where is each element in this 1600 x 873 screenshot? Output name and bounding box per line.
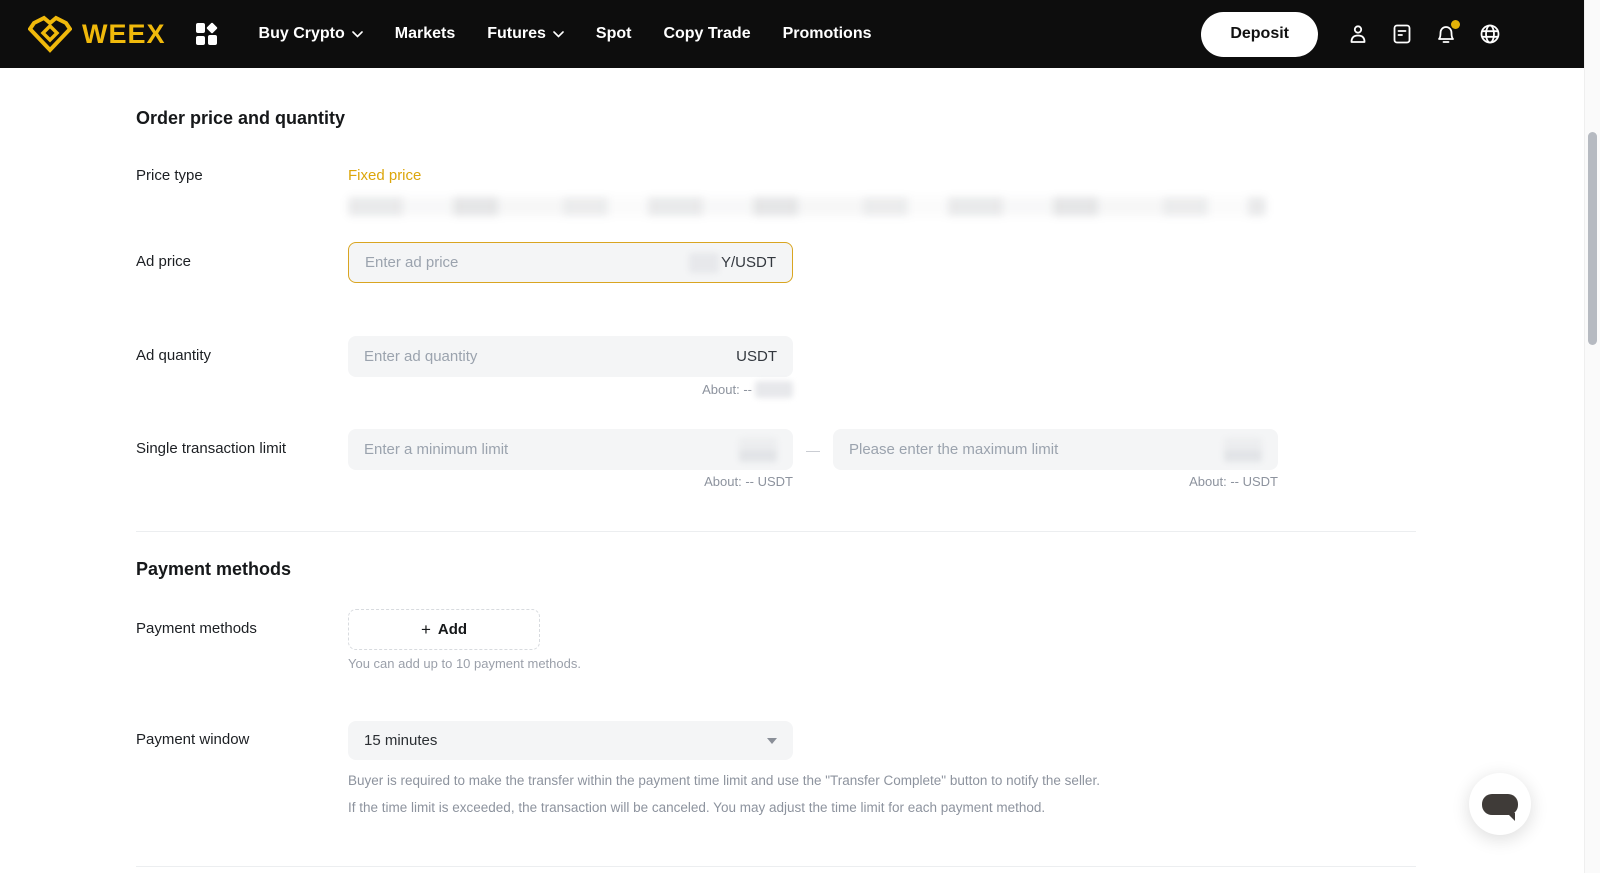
redacted-value bbox=[755, 381, 793, 398]
min-limit-about: About: -- USDT bbox=[704, 474, 793, 489]
ad-quantity-input[interactable]: Enter ad quantity USDT bbox=[348, 336, 793, 377]
ad-price-input[interactable]: Enter ad price Y/USDT bbox=[348, 242, 793, 283]
max-limit-input[interactable]: Please enter the maximum limit bbox=[833, 429, 1278, 470]
scrollbar-thumb[interactable] bbox=[1588, 132, 1597, 345]
ad-price-placeholder: Enter ad price bbox=[365, 254, 459, 271]
ad-price-suffix: Y/USDT bbox=[688, 252, 776, 273]
ad-quantity-about: About: -- bbox=[348, 381, 793, 398]
main-menu: Buy Crypto Markets Futures Spot Copy Tra… bbox=[243, 0, 888, 68]
orders-document-icon[interactable] bbox=[1390, 22, 1414, 46]
weex-diamond-icon bbox=[28, 15, 72, 53]
menu-buy-crypto[interactable]: Buy Crypto bbox=[243, 0, 379, 68]
section-divider bbox=[136, 531, 1416, 532]
limit-range-separator: — bbox=[806, 441, 820, 458]
price-type-selected[interactable]: Fixed price bbox=[348, 167, 1416, 184]
single-limit-label: Single transaction limit bbox=[136, 440, 287, 457]
ad-quantity-label: Ad quantity bbox=[136, 347, 212, 364]
top-navigation: WEEX Buy Crypto Markets Futures Spot Cop… bbox=[0, 0, 1584, 68]
brand-name: WEEX bbox=[82, 18, 166, 49]
deposit-button[interactable]: Deposit bbox=[1201, 11, 1318, 57]
user-profile-icon[interactable] bbox=[1346, 22, 1370, 46]
redacted-value bbox=[1224, 437, 1262, 462]
dropdown-arrow-icon bbox=[767, 737, 777, 744]
payment-window-note-2: If the time limit is exceeded, the trans… bbox=[348, 800, 1046, 815]
page-scrollbar[interactable] bbox=[1584, 0, 1600, 873]
min-limit-input[interactable]: Enter a minimum limit bbox=[348, 429, 793, 470]
ad-quantity-placeholder: Enter ad quantity bbox=[364, 348, 478, 365]
menu-copy-trade[interactable]: Copy Trade bbox=[647, 0, 766, 68]
plus-icon: + bbox=[420, 619, 431, 639]
payment-window-row: Payment window 15 minutes Buyer is requi… bbox=[136, 721, 1416, 815]
notification-badge bbox=[1451, 20, 1460, 29]
menu-futures[interactable]: Futures bbox=[471, 0, 580, 68]
payment-window-label: Payment window bbox=[136, 731, 250, 748]
max-limit-placeholder: Please enter the maximum limit bbox=[849, 441, 1059, 458]
single-limit-row: Single transaction limit Enter a minimum… bbox=[136, 429, 1416, 489]
support-chat-button[interactable] bbox=[1469, 773, 1531, 835]
notifications-bell-icon[interactable] bbox=[1434, 20, 1460, 46]
ad-quantity-row: Ad quantity Enter ad quantity USDT About… bbox=[136, 336, 1416, 398]
section-title-payment: Payment methods bbox=[136, 559, 292, 579]
nav-right-group: Deposit bbox=[1201, 11, 1502, 57]
price-type-row: Price type Fixed price bbox=[136, 167, 1416, 216]
redacted-description bbox=[348, 197, 1266, 216]
min-limit-placeholder: Enter a minimum limit bbox=[364, 441, 509, 458]
apps-grid-icon[interactable] bbox=[195, 22, 218, 45]
add-payment-method-button[interactable]: + Add bbox=[348, 609, 540, 650]
ad-quantity-unit: USDT bbox=[736, 348, 777, 365]
section-divider bbox=[136, 866, 1416, 867]
menu-markets[interactable]: Markets bbox=[379, 0, 471, 68]
chevron-down-icon bbox=[553, 30, 564, 38]
payment-methods-label: Payment methods bbox=[136, 620, 257, 637]
price-type-label: Price type bbox=[136, 167, 203, 184]
redacted-value bbox=[739, 437, 777, 462]
section-title-order: Order price and quantity bbox=[136, 108, 346, 128]
payment-methods-hint: You can add up to 10 payment methods. bbox=[348, 656, 581, 671]
language-globe-icon[interactable] bbox=[1478, 22, 1502, 46]
payment-window-note-1: Buyer is required to make the transfer w… bbox=[348, 773, 1100, 788]
chevron-down-icon bbox=[351, 30, 363, 38]
payment-window-value: 15 minutes bbox=[364, 732, 438, 749]
ad-price-row: Ad price Enter ad price Y/USDT bbox=[136, 242, 1416, 283]
ad-post-form: Order price and quantity Price type Fixe… bbox=[136, 108, 1416, 815]
weex-logo[interactable]: WEEX bbox=[28, 15, 166, 53]
max-limit-about: About: -- USDT bbox=[1189, 474, 1278, 489]
menu-promotions[interactable]: Promotions bbox=[767, 0, 888, 68]
payment-window-select[interactable]: 15 minutes bbox=[348, 721, 793, 760]
redacted-currency bbox=[688, 252, 719, 273]
payment-methods-row: Payment methods + Add You can add up to … bbox=[136, 609, 1416, 671]
ad-price-label: Ad price bbox=[136, 253, 192, 270]
menu-spot[interactable]: Spot bbox=[580, 0, 648, 68]
chat-bubble-icon bbox=[1482, 793, 1518, 821]
nav-left-group: WEEX Buy Crypto Markets Futures Spot Cop… bbox=[28, 0, 887, 68]
